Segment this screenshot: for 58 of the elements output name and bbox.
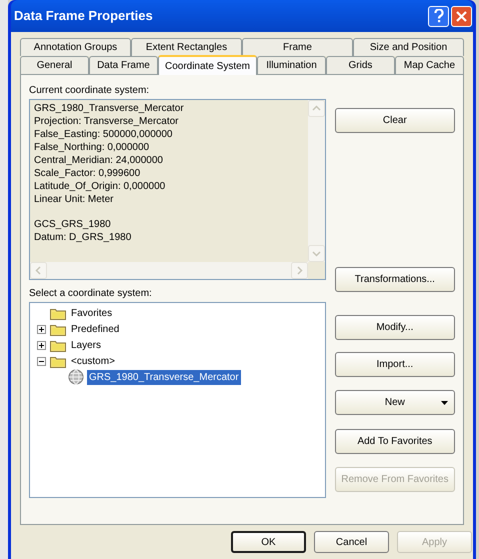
tree-item[interactable]: GRS_1980_Transverse_Mercator <box>87 370 241 384</box>
button[interactable]: Cancel <box>314 531 389 553</box>
folder-icon <box>50 306 66 320</box>
tree-item[interactable]: <custom> <box>69 354 117 368</box>
folder-icon <box>50 338 66 352</box>
caret-icon <box>441 401 448 405</box>
button[interactable]: OK <box>231 531 306 553</box>
section-label: Select a coordinate system: <box>29 287 153 301</box>
tab[interactable]: Map Cache <box>394 56 464 74</box>
tab[interactable]: Data Frame <box>88 56 158 74</box>
tree-item[interactable]: Favorites <box>69 306 114 320</box>
tab[interactable]: General <box>20 56 89 74</box>
tab[interactable]: Frame <box>242 38 353 56</box>
collapse-toggle[interactable] <box>37 356 46 366</box>
button[interactable]: Add To Favorites <box>334 429 455 454</box>
scroll-left-icon[interactable] <box>30 262 47 279</box>
close-button[interactable] <box>451 6 472 26</box>
info-line: Scale_Factor: 0,999600 <box>34 167 142 180</box>
tree-item[interactable]: Predefined <box>69 322 122 336</box>
vertical-scrollbar[interactable] <box>308 100 325 262</box>
folder-icon <box>50 322 66 336</box>
scroll-down-icon[interactable] <box>308 245 325 262</box>
globe-icon <box>68 369 84 385</box>
horizontal-scrollbar[interactable] <box>30 262 308 279</box>
close-icon <box>456 10 467 22</box>
tab[interactable]: Annotation Groups <box>20 38 131 56</box>
info-line: False_Easting: 500000,000000 <box>34 128 174 141</box>
tab[interactable]: Illumination <box>257 56 326 74</box>
info-line: Central_Meridian: 24,000000 <box>34 154 164 167</box>
info-line: Linear Unit: Meter <box>34 193 114 206</box>
tab[interactable]: Size and Position <box>353 38 464 56</box>
button[interactable]: Clear <box>334 108 455 133</box>
info-line: Datum: D_GRS_1980 <box>34 231 132 244</box>
info-line: GRS_1980_Transverse_Mercator <box>34 102 185 115</box>
tab[interactable]: Grids <box>326 56 395 74</box>
info-line: Projection: Transverse_Mercator <box>34 115 180 128</box>
scroll-up-icon[interactable] <box>308 100 325 117</box>
expand-toggle[interactable] <box>37 340 46 350</box>
plus-icon <box>39 326 44 332</box>
button[interactable]: Modify... <box>334 315 455 340</box>
tab[interactable]: Coordinate System <box>158 55 258 75</box>
tree-item[interactable]: Layers <box>69 338 104 352</box>
help-button[interactable] <box>428 6 449 26</box>
plus-icon <box>39 342 44 348</box>
button[interactable]: Transformations... <box>334 267 455 292</box>
tab[interactable]: Extent Rectangles <box>131 38 242 56</box>
info-line: GCS_GRS_1980 <box>34 218 112 231</box>
minus-icon <box>39 358 44 364</box>
question-mark-icon <box>434 9 444 23</box>
button[interactable]: Import... <box>334 352 455 377</box>
window-title: Data Frame Properties <box>14 7 154 26</box>
info-line: Latitude_Of_Origin: 0,000000 <box>34 180 166 193</box>
expand-toggle[interactable] <box>37 324 46 334</box>
scroll-right-icon[interactable] <box>290 262 308 279</box>
section-label: Current coordinate system: <box>29 84 150 98</box>
info-line: False_Northing: 0,000000 <box>34 141 150 154</box>
button[interactable]: New <box>334 390 455 415</box>
folder-icon <box>50 354 66 368</box>
